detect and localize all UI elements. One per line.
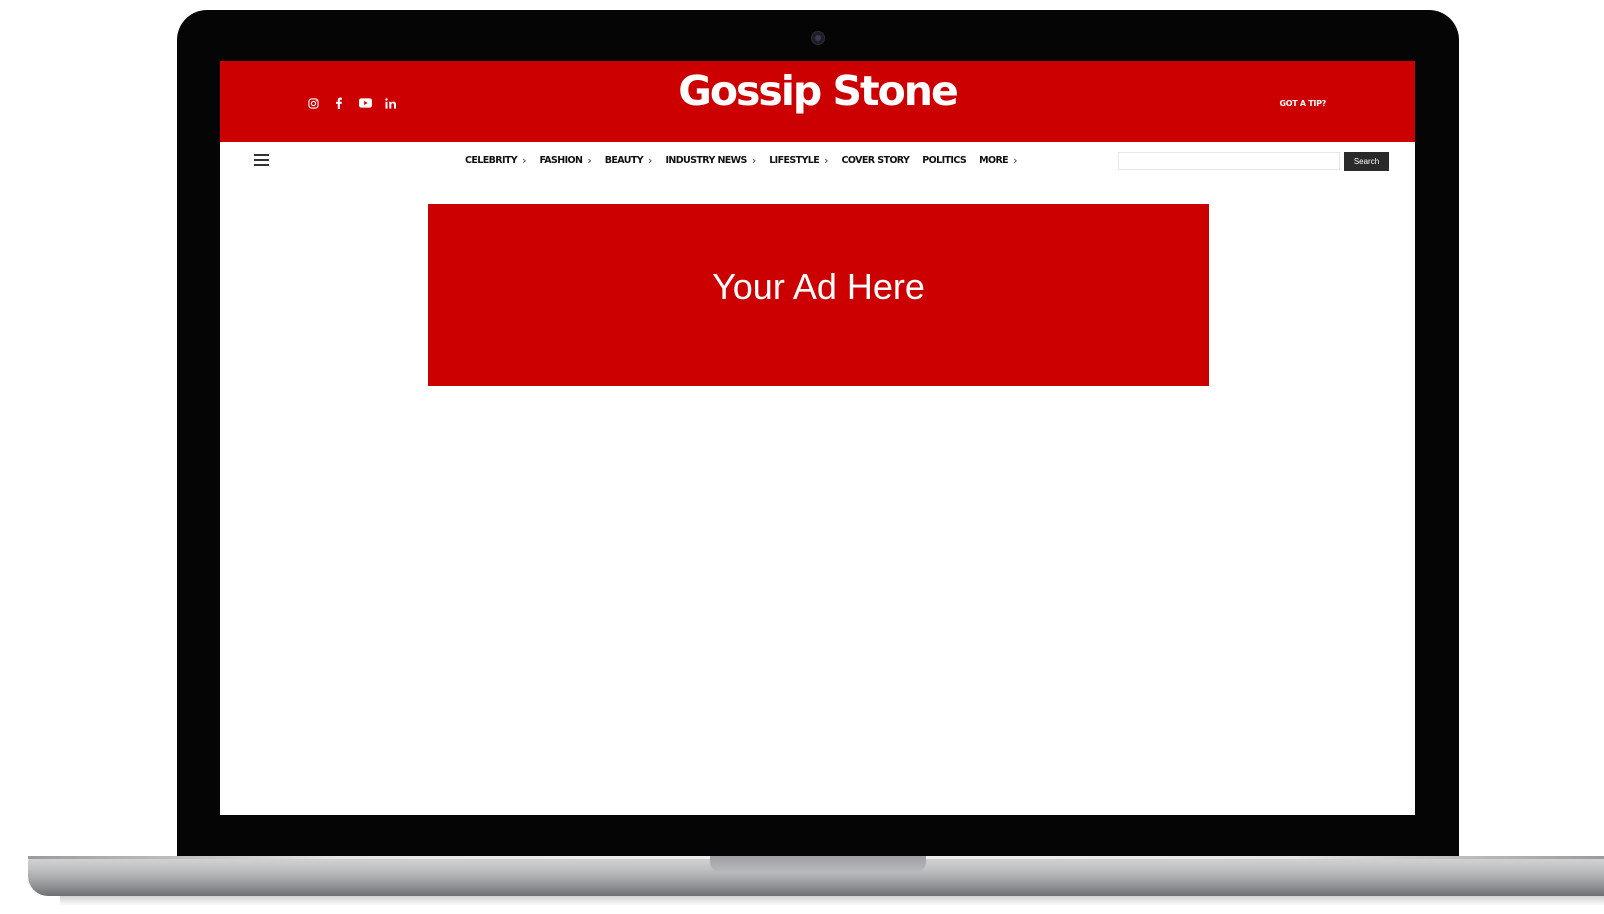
ad-banner[interactable]: Your Ad Here	[428, 204, 1209, 386]
nav-item-beauty[interactable]: BEAUTY ›	[605, 154, 653, 167]
webcam	[811, 31, 825, 45]
nav-menu: CELEBRITY › FASHION › BEAUTY › INDUSTRY …	[465, 154, 1030, 167]
chevron-right-icon: ›	[1013, 154, 1018, 167]
search-button[interactable]: Search	[1344, 152, 1389, 171]
laptop-shadow	[60, 896, 1604, 906]
nav-item-celebrity[interactable]: CELEBRITY ›	[465, 154, 526, 167]
got-a-tip-link[interactable]: GOT A TIP?	[1279, 99, 1326, 108]
ad-text: Your Ad Here	[712, 266, 925, 307]
laptop-hinge-notch	[710, 856, 926, 872]
hamburger-icon[interactable]	[254, 154, 269, 166]
site-logo[interactable]: Gossip Stone	[220, 67, 1415, 115]
nav-item-industry-news[interactable]: INDUSTRY NEWS ›	[665, 154, 756, 167]
main-nav: CELEBRITY › FASHION › BEAUTY › INDUSTRY …	[220, 142, 1415, 182]
browser-viewport: Gossip Stone GOT A TIP? CELEBRITY › FASH…	[220, 61, 1415, 815]
nav-item-more[interactable]: MORE ›	[979, 154, 1017, 167]
chevron-right-icon: ›	[648, 154, 653, 167]
site-header: Gossip Stone GOT A TIP?	[220, 61, 1415, 142]
chevron-right-icon: ›	[522, 154, 527, 167]
nav-item-cover-story[interactable]: COVER STORY	[842, 155, 910, 166]
chevron-right-icon: ›	[751, 154, 757, 167]
chevron-right-icon: ›	[824, 154, 829, 167]
nav-item-fashion[interactable]: FASHION ›	[539, 154, 591, 167]
nav-item-lifestyle[interactable]: LIFESTYLE ›	[769, 154, 828, 167]
chevron-right-icon: ›	[587, 154, 592, 167]
nav-item-politics[interactable]: POLITICS	[922, 155, 966, 166]
search-input[interactable]	[1118, 152, 1340, 170]
